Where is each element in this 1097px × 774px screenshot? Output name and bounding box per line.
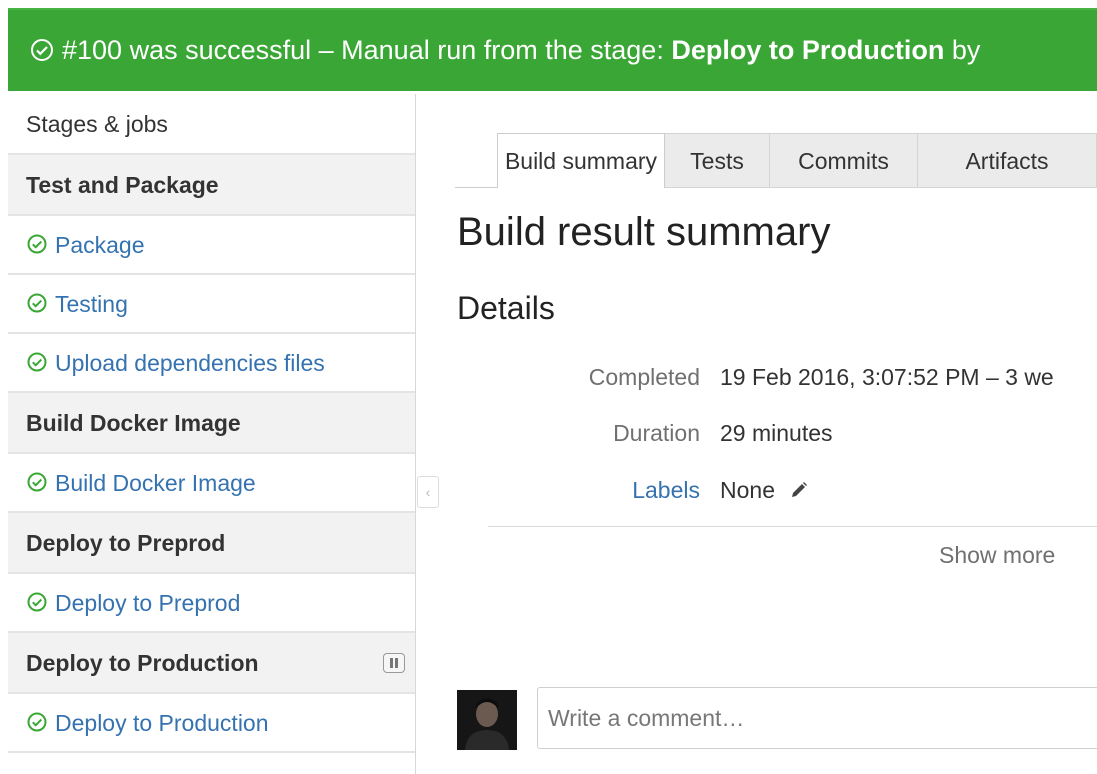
banner-middle: – Manual run from the stage: [311,35,672,65]
banner-text: #100 was successful – Manual run from th… [30,10,980,91]
tab-artifacts[interactable]: Artifacts [918,133,1097,188]
page-title: Build result summary [457,210,831,254]
stage-name: Test and Package [26,172,219,198]
check-circle-icon [26,576,48,635]
tab-tests[interactable]: Tests [665,133,770,188]
comment-input[interactable] [537,687,1097,749]
show-more-link[interactable]: Show more [939,542,1055,569]
job-name: Testing [55,291,128,317]
duration-label: Duration [613,420,700,446]
duration-row: Duration [0,415,700,451]
labels-link[interactable]: Labels [632,472,700,508]
labels-value-wrap: None [720,472,809,508]
stage-name: Deploy to Production [26,650,259,676]
details-heading: Details [457,290,555,326]
labels-row: Labels [0,472,700,508]
tab-build-summary[interactable]: Build summary [497,133,665,188]
pause-icon[interactable] [383,652,405,673]
details-separator [488,526,1097,527]
check-circle-icon [26,218,48,277]
tab-commits[interactable]: Commits [770,133,918,188]
stage-header: Deploy to Preprod [8,513,415,574]
check-circle-icon [30,13,54,91]
build-status-banner: #100 was successful – Manual run from th… [8,8,1097,91]
tab-label: Tests [690,148,744,174]
pencil-icon[interactable] [789,474,809,510]
sidebar-title: Stages & jobs [8,94,415,155]
sidebar-job-item[interactable]: Deploy to Preprod [8,574,415,633]
job-name: Deploy to Production [55,710,269,736]
tab-label: Build summary [504,148,658,174]
job-name: Package [55,232,145,258]
banner-by: by [944,35,981,65]
completed-value: 19 Feb 2016, 3:07:52 PM – 3 we [720,364,1054,390]
tab-label: Commits [798,148,889,174]
completed-row: Completed [0,359,700,395]
stage-header: Test and Package [8,155,415,216]
tab-label: Artifacts [965,148,1049,174]
sidebar-job-item[interactable]: Deploy to Production [8,694,415,753]
labels-value: None [720,477,775,503]
sidebar-job-item[interactable]: Testing [8,275,415,334]
check-circle-icon [26,277,48,336]
stage-name: Deploy to Preprod [26,530,226,556]
duration-value: 29 minutes [720,420,833,446]
tab-underline [455,187,497,188]
banner-stage: Deploy to Production [671,35,945,65]
avatar [457,690,517,750]
banner-result: #100 was successful [62,35,312,65]
check-circle-icon [26,696,48,755]
sidebar-job-item[interactable]: Package [8,216,415,275]
job-name: Deploy to Preprod [55,590,241,616]
stage-header: Deploy to Production [8,633,415,694]
completed-label: Completed [588,364,700,390]
